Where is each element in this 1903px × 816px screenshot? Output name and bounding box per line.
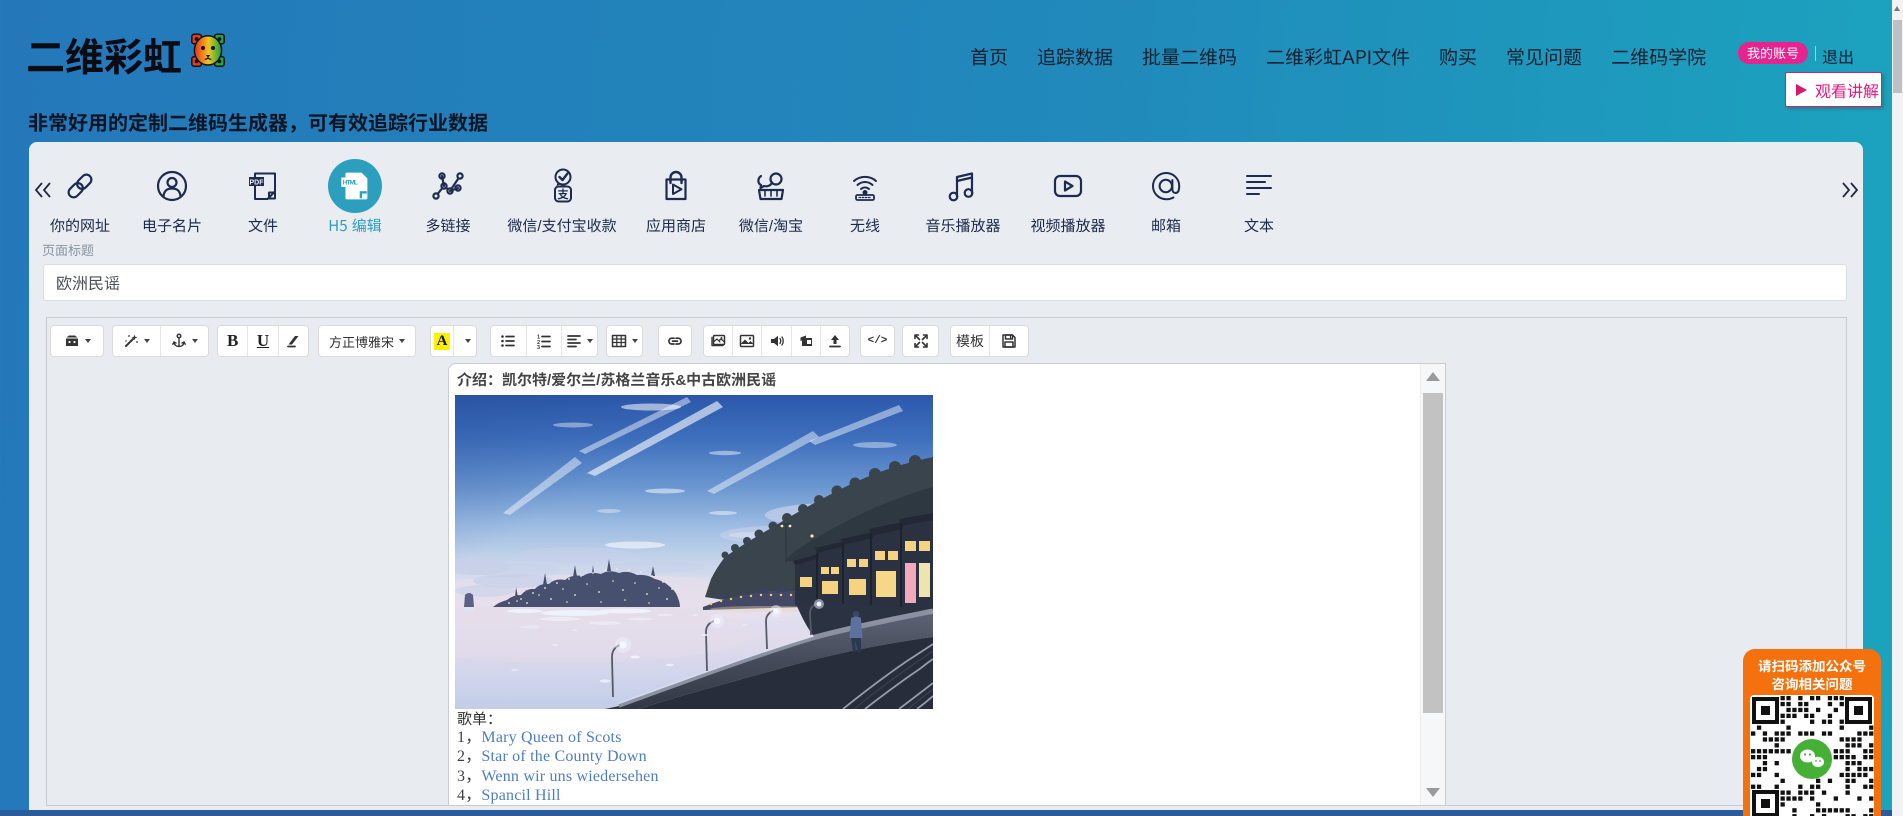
svg-text:支: 支	[557, 187, 570, 201]
svg-text:3: 3	[537, 345, 540, 349]
svg-text:PDF: PDF	[250, 179, 265, 186]
svg-text:HTML: HTML	[343, 180, 358, 187]
